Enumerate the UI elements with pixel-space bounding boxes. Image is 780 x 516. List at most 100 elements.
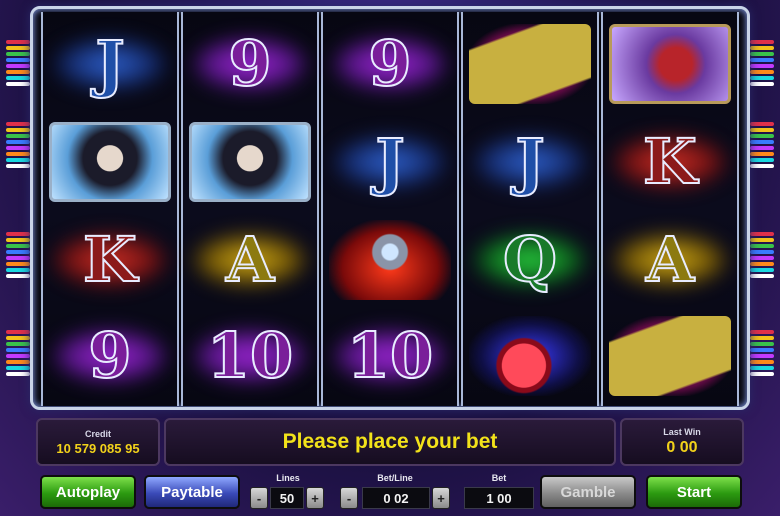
reels: J K 9 9 A 10 9 J 10 J Q K A bbox=[40, 12, 740, 406]
bet-line-decrease-button[interactable]: - bbox=[340, 487, 358, 509]
reel-2: 9 A 10 bbox=[181, 12, 319, 406]
message-display: Please place your bet bbox=[164, 418, 616, 466]
symbol-scroll-icon bbox=[463, 16, 597, 112]
payline-stripe bbox=[750, 274, 774, 278]
payline-stripe bbox=[6, 76, 30, 80]
payline-stripe bbox=[6, 238, 30, 242]
symbol-potion-icon bbox=[463, 308, 597, 404]
payline-stripe bbox=[6, 250, 30, 254]
symbol-J: J bbox=[463, 114, 597, 210]
payline-stripe bbox=[6, 354, 30, 358]
payline-stripe bbox=[750, 52, 774, 56]
payline-stripe bbox=[6, 52, 30, 56]
payline-stripe bbox=[750, 256, 774, 260]
payline-stripe bbox=[750, 122, 774, 126]
payline-stripe bbox=[750, 58, 774, 62]
payline-indicator-left bbox=[6, 232, 30, 280]
payline-indicator-right bbox=[750, 40, 774, 88]
payline-stripe bbox=[750, 64, 774, 68]
woman-icon bbox=[49, 122, 171, 202]
payline-stripe bbox=[750, 134, 774, 138]
symbol-woman-icon bbox=[43, 114, 177, 210]
payline-stripe bbox=[750, 164, 774, 168]
woman-icon bbox=[189, 122, 311, 202]
symbol-glyph: 10 bbox=[206, 319, 294, 392]
symbol-glyph: 9 bbox=[87, 319, 132, 392]
symbol-dragon-icon bbox=[603, 16, 737, 112]
reel-5: KA bbox=[601, 12, 739, 406]
payline-stripe bbox=[750, 354, 774, 358]
reel-3: 9 J 10 bbox=[321, 12, 459, 406]
symbol-glyph: K bbox=[642, 125, 698, 198]
potion-icon bbox=[469, 316, 591, 396]
payline-stripe bbox=[750, 46, 774, 50]
payline-stripe bbox=[750, 336, 774, 340]
payline-stripe bbox=[750, 82, 774, 86]
payline-stripe bbox=[6, 128, 30, 132]
info-panel: Credit 10 579 085 95 Please place your b… bbox=[36, 418, 744, 466]
payline-stripe bbox=[750, 244, 774, 248]
bet-per-line-label: Bet/Line bbox=[377, 473, 413, 483]
reel-4: JQ bbox=[461, 12, 599, 406]
last-win-value: 0 00 bbox=[666, 439, 698, 456]
payline-stripe bbox=[6, 134, 30, 138]
payline-stripe bbox=[750, 348, 774, 352]
symbol-K: K bbox=[603, 114, 737, 210]
bet-per-line-value: 0 02 bbox=[362, 487, 430, 509]
payline-stripe bbox=[750, 70, 774, 74]
payline-stripe bbox=[6, 64, 30, 68]
symbol-10: 10 bbox=[323, 308, 457, 404]
symbol-A: A bbox=[183, 212, 317, 308]
payline-stripe bbox=[6, 256, 30, 260]
payline-stripe bbox=[6, 70, 30, 74]
last-win-label: Last Win bbox=[663, 427, 701, 437]
autoplay-button[interactable]: Autoplay bbox=[40, 475, 136, 509]
bet-value: 1 00 bbox=[464, 487, 534, 509]
symbol-glyph: J bbox=[374, 125, 405, 198]
payline-stripe bbox=[6, 46, 30, 50]
payline-stripe bbox=[750, 128, 774, 132]
payline-stripe bbox=[6, 366, 30, 370]
payline-indicator-right bbox=[750, 122, 774, 170]
start-button[interactable]: Start bbox=[646, 475, 742, 509]
symbol-glyph: J bbox=[94, 27, 125, 100]
gamble-button[interactable]: Gamble bbox=[540, 475, 636, 509]
payline-stripe bbox=[6, 348, 30, 352]
symbol-9: 9 bbox=[43, 308, 177, 404]
payline-stripe bbox=[6, 262, 30, 266]
symbol-glyph: K bbox=[82, 223, 138, 296]
bet-line-increase-button[interactable]: + bbox=[432, 487, 450, 509]
payline-stripe bbox=[750, 268, 774, 272]
payline-stripe bbox=[6, 140, 30, 144]
payline-stripe bbox=[750, 250, 774, 254]
paytable-button[interactable]: Paytable bbox=[144, 475, 240, 509]
symbol-glyph: A bbox=[225, 223, 275, 296]
payline-stripe bbox=[6, 244, 30, 248]
bet-label: Bet bbox=[491, 473, 507, 483]
payline-stripe bbox=[750, 232, 774, 236]
payline-stripe bbox=[750, 366, 774, 370]
payline-stripe bbox=[750, 76, 774, 80]
payline-stripe bbox=[750, 152, 774, 156]
symbol-amulet-icon bbox=[323, 212, 457, 308]
payline-stripe bbox=[750, 360, 774, 364]
payline-indicator-left bbox=[6, 122, 30, 170]
payline-stripe bbox=[6, 360, 30, 364]
lines-increase-button[interactable]: + bbox=[306, 487, 324, 509]
payline-stripe bbox=[6, 146, 30, 150]
payline-stripe bbox=[6, 158, 30, 162]
payline-stripe bbox=[750, 158, 774, 162]
symbol-glyph: A bbox=[645, 223, 695, 296]
payline-indicator-left bbox=[6, 330, 30, 378]
payline-stripe bbox=[6, 342, 30, 346]
scroll-icon bbox=[609, 316, 731, 396]
symbol-glyph: J bbox=[514, 125, 545, 198]
reel-1: J K 9 bbox=[41, 12, 179, 406]
payline-stripe bbox=[6, 274, 30, 278]
symbol-A: A bbox=[603, 212, 737, 308]
lines-decrease-button[interactable]: - bbox=[250, 487, 268, 509]
payline-stripe bbox=[750, 342, 774, 346]
symbol-scroll-icon bbox=[603, 308, 737, 404]
credit-value: 10 579 085 95 bbox=[56, 440, 140, 456]
symbol-glyph: 9 bbox=[227, 27, 272, 100]
